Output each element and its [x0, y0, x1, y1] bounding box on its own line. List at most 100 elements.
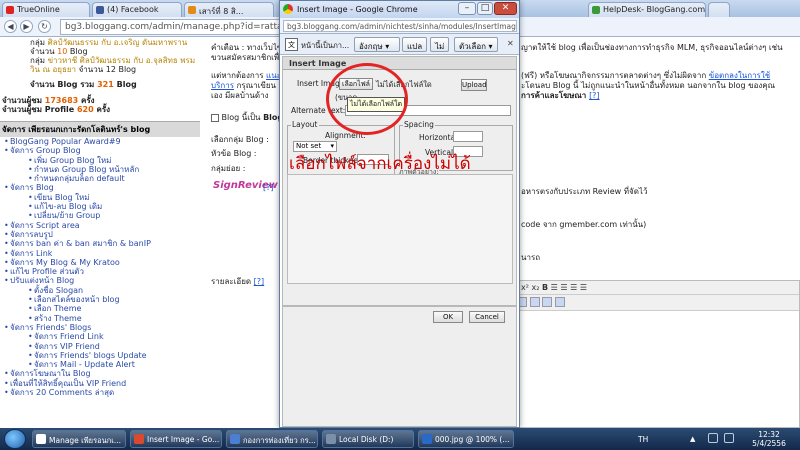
alignment-value: Not set	[296, 142, 322, 150]
stats-post: จำนวน 12 Blog	[76, 65, 137, 74]
menu-item-label: จัดการ 20 Comments ล่าสุด	[10, 388, 115, 398]
upload-button[interactable]: Upload	[461, 79, 487, 91]
close-button[interactable]: ✕	[494, 2, 517, 15]
sidebar-menu-item[interactable]: •เลือกสไตล์ของหน้า blog	[4, 295, 205, 304]
stats-link[interactable]: ศิลป์วัฒนธรรม กับ อ.เจริญ ดันมหาพราน	[48, 38, 188, 47]
menu-item-label: จัดการ Friend Link	[34, 332, 104, 342]
tab-trueonline[interactable]: TrueOnline	[2, 2, 90, 17]
sidebar-menu-item[interactable]: •จัดการลบรูป	[4, 230, 205, 239]
sidebar-menu-item[interactable]: •BlogGang Popular Award#9	[4, 137, 205, 146]
translate-button[interactable]: แปล	[402, 37, 428, 52]
menu-item-label: เพื่อนที่ให้สิทธิ์คุณเป็น VIP Friend	[10, 378, 127, 388]
network-icon[interactable]	[708, 433, 718, 443]
align-right-icon[interactable]: ☰	[570, 283, 577, 292]
visitors-unit: ครั้ง	[81, 96, 95, 105]
subscript-icon[interactable]: x₂	[532, 283, 540, 292]
start-button[interactable]	[4, 429, 26, 449]
taskbar-item[interactable]: Manage เพียรอนกเ...	[32, 430, 126, 448]
address-bar[interactable]: bg3.bloggang.com/admin/manage.php?id=rat…	[60, 19, 305, 35]
warning-line-2: ขวนสมัครสมาชิกเพื่	[211, 53, 280, 62]
options-button[interactable]: ตัวเลือก ▾	[454, 37, 498, 52]
sidebar-menu-item[interactable]: •เลือก Theme	[4, 304, 205, 313]
sidebar-menu-item[interactable]: •จัดการ Script area	[4, 221, 205, 230]
taskbar-item[interactable]: 000.jpg @ 100% (...	[418, 430, 514, 448]
ok-button[interactable]: OK	[433, 311, 463, 323]
taskbar-item[interactable]: กองการท่องเที่ยว กร...	[226, 430, 318, 448]
taskbar-item-label: กองการท่องเที่ยว กร...	[243, 436, 316, 445]
dialog-footer: OK Cancel	[282, 306, 517, 427]
taskbar-item[interactable]: Insert Image - Go...	[130, 430, 222, 448]
minimize-button[interactable]: –	[458, 2, 476, 15]
sidebar-menu-item[interactable]: •แก้ไข Profile ส่วนตัว	[4, 267, 205, 276]
language-indicator[interactable]: TH	[638, 435, 648, 444]
tab-helpdesk[interactable]: HelpDesk- BlogGang.com	[588, 2, 706, 17]
language-select[interactable]: อังกฤษ ▾	[354, 37, 400, 52]
reload-icon[interactable]: ↻	[38, 20, 51, 33]
new-tab-button[interactable]	[708, 2, 730, 17]
sidebar-menu-item[interactable]: •ตั้งชื่อ Slogan	[4, 286, 205, 295]
rich-text-editor[interactable]: x² x₂ B ☰ ☰ ☰ ☰	[510, 280, 800, 428]
forward-icon[interactable]: ▶	[20, 20, 33, 33]
sidebar-menu-item[interactable]: •จัดการ Friend Link	[4, 332, 205, 341]
stats-link[interactable]: วิน ณ อยุธยา	[30, 65, 76, 74]
back-icon[interactable]: ◀	[4, 20, 17, 33]
no-button[interactable]: ไม่	[430, 37, 450, 52]
menu-item-label: เปลี่ยน/ย้าย Group	[34, 211, 101, 221]
insert-image-popup: Insert Image - Google Chrome – □ ✕ bg3.b…	[279, 0, 520, 428]
sidebar-menu-item[interactable]: •จัดการ ban ค่า & ban สมาชิก & banIP	[4, 239, 205, 248]
sidebar-menu-item[interactable]: •ปรับแต่งหน้า Blog	[4, 276, 205, 285]
sidebar-menu-item[interactable]: •จัดการ Link	[4, 249, 205, 258]
align-left-icon[interactable]: ☰	[551, 283, 558, 292]
bold-icon[interactable]: B	[542, 283, 548, 292]
sidebar-menu-item[interactable]: •เพื่อนที่ให้สิทธิ์คุณเป็น VIP Friend	[4, 379, 205, 388]
maximize-button[interactable]: □	[477, 2, 493, 15]
align-justify-icon[interactable]: ☰	[580, 283, 587, 292]
sidebar-menu-item[interactable]: •เขียน Blog ใหม่	[4, 193, 205, 202]
stats-link[interactable]: ข่าวหาชี ศิลป์วัฒนธรรม กับ อ.จุลสิทธ พรม	[48, 56, 196, 65]
annotation-text: เลือกไฟล์จากเครื่องไม่ได้	[289, 154, 471, 174]
stats-post: Blog	[67, 47, 88, 56]
clock-time: 12:32	[758, 430, 780, 439]
title-label: หัวข้อ Blog :	[211, 149, 257, 158]
tab-saturday[interactable]: เสาร์ที่ 8 สิ...	[184, 2, 274, 17]
commerce-checkbox-row: Blog นี้เป็น Blog	[211, 111, 283, 124]
sidebar-menu-item[interactable]: •เปลี่ยน/ย้าย Group	[4, 211, 205, 220]
sidebar-menu-item[interactable]: •กำหนด Group Blog หน้าหลัก	[4, 165, 205, 174]
tray-arrow-icon[interactable]: ▲	[690, 435, 695, 443]
clock[interactable]: 12:32 5/4/2556	[752, 430, 786, 448]
profile-unit: ครั้ง	[96, 105, 111, 114]
align-center-icon[interactable]: ☰	[560, 283, 567, 292]
sidebar-menu-item[interactable]: •เพิ่ม Group Blog ใหม่	[4, 156, 205, 165]
toolbar-icon-3-icon[interactable]	[542, 297, 553, 307]
volume-icon[interactable]	[724, 433, 734, 443]
detail-label-row: รายละเอียด [?]	[211, 275, 264, 288]
menu-item-label: ตั้งชื่อ Slogan	[34, 285, 84, 295]
detail-help-link[interactable]: [?]	[254, 277, 265, 286]
sidebar-menu-item[interactable]: •กำหนดกลุ่มบล็อก default	[4, 174, 205, 183]
popup-url[interactable]: bg3.bloggang.com/admin/nichtest/sinha/mo…	[283, 20, 517, 32]
sidebar-menu-item[interactable]: •จัดการ Friends' blogs Update	[4, 351, 205, 360]
sidebar-menu-item[interactable]: •จัดการโฆษณาใน Blog	[4, 369, 205, 378]
commerce-checkbox[interactable]	[211, 113, 219, 122]
review-help-link[interactable]: [?]	[263, 183, 274, 192]
help-link[interactable]: [?]	[589, 91, 600, 100]
cancel-button[interactable]: Cancel	[469, 311, 505, 323]
sidebar-menu-item[interactable]: •สร้าง Theme	[4, 314, 205, 323]
horizontal-input[interactable]	[453, 131, 483, 142]
sidebar-menu-item[interactable]: •จัดการ My Blog & My Kratoo	[4, 258, 205, 267]
toolbar-icon-2-icon[interactable]	[529, 297, 540, 307]
sidebar-menu-item[interactable]: •แก้ไข-ลบ Blog เดิม	[4, 202, 205, 211]
sidebar-menu-item[interactable]: •จัดการ Friends' Blogs	[4, 323, 205, 332]
sidebar-menu-item[interactable]: •จัดการ Group Blog	[4, 146, 205, 155]
translate-close-icon[interactable]: ✕	[507, 39, 514, 48]
sidebar-menu-item[interactable]: •จัดการ 20 Comments ล่าสุด	[4, 388, 205, 397]
menu-item-label: ปรับแต่งหน้า Blog	[10, 276, 75, 286]
tab-facebook[interactable]: (4) Facebook	[92, 2, 182, 17]
toolbar-icon-4-icon[interactable]	[554, 297, 565, 307]
popup-url-bar: bg3.bloggang.com/admin/nichtest/sinha/mo…	[280, 18, 519, 34]
taskbar-item[interactable]: Local Disk (D:)	[322, 430, 414, 448]
superscript-icon[interactable]: x²	[521, 283, 529, 292]
group-label: เลือกกลุ่ม Blog :	[211, 135, 269, 144]
sidebar-menu-item[interactable]: •จัดการ Blog	[4, 183, 205, 192]
sidebar-menu-item[interactable]: •จัดการ VIP Friend	[4, 342, 205, 351]
